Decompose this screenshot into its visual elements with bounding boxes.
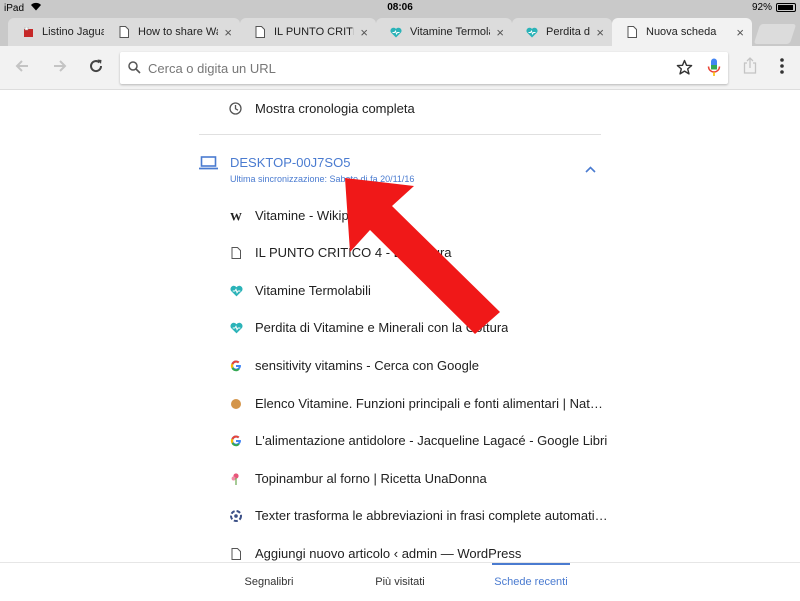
battery-percent: 92% [751,2,772,13]
recent-tab-title: Perdita di Vitamine e Minerali con la Co… [255,320,509,335]
page-icon [229,246,243,260]
page-icon [626,26,638,38]
svg-text:W: W [230,210,242,222]
close-icon[interactable]: × [496,25,504,40]
show-full-history-label: Mostra cronologia completa [255,101,415,116]
page-icon [118,26,130,38]
status-right: 92% [752,2,796,13]
recent-tab-title: Elenco Vitamine. Funzioni principali e f… [255,396,609,411]
share-button[interactable] [738,56,762,80]
google-icon [229,434,243,448]
menu-button[interactable] [770,56,794,80]
recent-tab-title: Texter trasforma le abbreviazioni in fra… [255,508,609,523]
tab-label: How to share Wall [138,26,219,38]
recent-tab-item[interactable]: Texter trasforma le abbreviazioni in fra… [229,508,609,523]
google-icon [229,359,243,373]
laptop-icon [199,156,218,175]
texter-icon [229,509,243,523]
recent-tab-title: Aggiungi nuovo articolo ‹ admin — WordPr… [255,546,522,561]
recent-tab-item[interactable]: Elenco Vitamine. Funzioni principali e f… [229,396,609,411]
recent-tabs-page: Mostra cronologia completa DESKTOP-00J7S… [0,90,800,562]
arrow-left-icon [14,58,30,79]
search-icon [128,61,141,79]
recent-tab-title: Vitamine Termolabili [255,283,371,298]
device-header-desktop[interactable]: DESKTOP-00J7SO5 Ultima sincronizzazione:… [199,154,601,188]
clock: 08:06 [387,2,413,13]
recent-tab-item[interactable]: Aggiungi nuovo articolo ‹ admin — WordPr… [229,546,609,561]
recent-tab-title: sensitivity vitamins - Cerca con Google [255,358,479,373]
tab-label: Vitamine Termolabili [410,26,490,38]
tab-perdita-di-vitamine[interactable]: Perdita di Vi × [512,18,612,46]
divider [199,134,601,135]
clock-icon [229,102,243,115]
more-vert-icon [780,57,784,79]
heart-icon [526,26,538,38]
toolbar [0,46,800,90]
page-icon [254,26,266,38]
microphone-icon[interactable] [707,58,721,82]
tab-most-visited[interactable]: Più visitati [352,563,448,601]
recent-tab-item[interactable]: Vitamine Termolabili [229,283,609,298]
close-icon[interactable]: × [360,25,368,40]
recent-tab-item[interactable]: IL PUNTO CRITICO 4 - La cottura [229,245,609,260]
tab-recent-tabs[interactable]: Schede recenti [492,563,570,601]
recent-tab-title: Topinambur al forno | Ricetta UnaDonna [255,471,487,486]
recent-tab-item[interactable]: Topinambur al forno | Ricetta UnaDonna [229,471,609,486]
orange-dot-icon [229,397,243,411]
red-favicon-icon [22,26,34,38]
recent-tab-title: IL PUNTO CRITICO 4 - La cottura [255,245,452,260]
close-icon[interactable]: × [596,25,604,40]
tab-bookmarks[interactable]: Segnalibri [220,563,318,601]
bottom-nav: Segnalibri Più visitati Schede recenti [0,562,800,600]
heart-icon [229,321,243,335]
recent-tab-item[interactable]: Perdita di Vitamine e Minerali con la Co… [229,320,609,335]
tab-label: Nuova scheda [646,26,717,38]
show-full-history-link[interactable]: Mostra cronologia completa [229,101,415,116]
flower-icon [229,472,243,486]
page-icon [229,547,243,561]
omnibox[interactable] [120,52,728,84]
close-icon[interactable]: × [224,25,232,40]
tab-nuova-scheda[interactable]: Nuova scheda × [612,18,752,46]
tab-label: IL PUNTO CRITICO [274,26,355,38]
battery-icon [776,3,796,12]
url-input[interactable] [148,58,668,78]
recent-tab-title: Vitamine - Wikipedia [255,208,374,223]
reload-icon [88,58,104,79]
recent-tab-item[interactable]: sensitivity vitamins - Cerca con Google [229,358,609,373]
status-bar: iPad 08:06 92% [0,0,800,16]
arrow-right-icon [52,58,68,79]
star-icon[interactable] [676,59,693,81]
recent-tab-item[interactable]: W Vitamine - Wikipedia [229,208,609,223]
tab-label: Perdita di Vi [546,26,591,38]
reload-button[interactable] [84,56,108,80]
chevron-up-icon[interactable] [585,160,596,178]
device-last-sync: Ultima sincronizzazione: Sabato di fa 20… [230,174,415,184]
close-icon[interactable]: × [736,25,744,40]
recent-tab-item[interactable]: L'alimentazione antidolore - Jacqueline … [229,433,609,448]
tab-strip: Listino Jaguar How to share Wall × IL PU… [0,16,800,46]
device-name: DESKTOP-00J7SO5 [230,155,351,170]
tab-vitamine-termolabili[interactable]: Vitamine Termolabili × [376,18,512,46]
tab-il-punto-critico[interactable]: IL PUNTO CRITICO × [240,18,376,46]
back-button[interactable] [10,56,34,80]
heart-icon [390,26,402,38]
heart-icon [229,284,243,298]
wikipedia-icon: W [229,209,243,223]
recent-tab-title: L'alimentazione antidolore - Jacqueline … [255,433,608,448]
new-tab-button[interactable] [753,24,797,44]
forward-button[interactable] [48,56,72,80]
share-icon [743,57,757,79]
tab-how-to-share[interactable]: How to share Wall × [104,18,240,46]
